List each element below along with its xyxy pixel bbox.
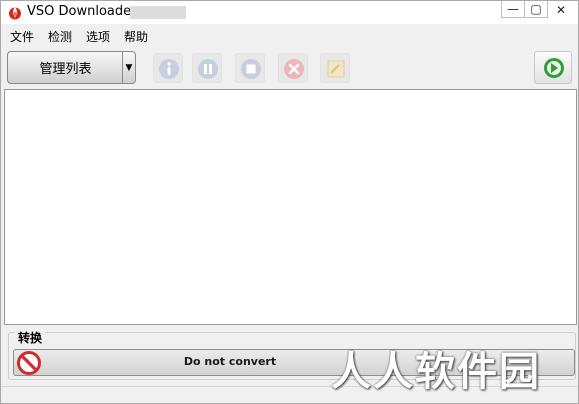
edit-icon	[327, 60, 345, 78]
app-window: VSO Downloader — ▢ ✕ 文件 检测 选项 帮助 管理列表 ▼	[0, 0, 579, 404]
minimize-button[interactable]: —	[501, 1, 525, 18]
menu-options[interactable]: 选项	[86, 28, 110, 45]
menu-bar: 文件 检测 选项 帮助	[1, 26, 578, 46]
start-download-button[interactable]	[534, 51, 572, 84]
info-icon	[159, 59, 179, 79]
menu-file[interactable]: 文件	[10, 28, 34, 45]
pause-icon	[198, 59, 218, 79]
flame-logo-icon	[9, 7, 21, 20]
pause-button[interactable]	[192, 53, 222, 83]
download-list[interactable]	[4, 89, 577, 325]
manage-list-dropdown[interactable]: ▼	[122, 51, 136, 84]
title-bar: VSO Downloader — ▢ ✕	[1, 1, 578, 24]
stop-icon	[241, 59, 261, 79]
watermark-text: 人人软件园	[331, 349, 541, 395]
toolbar: 管理列表 ▼	[1, 47, 578, 89]
info-button[interactable]	[153, 53, 183, 83]
edit-button[interactable]	[320, 53, 350, 83]
cancel-icon	[284, 59, 304, 79]
close-button[interactable]: ✕	[547, 1, 575, 18]
menu-detect[interactable]: 检测	[48, 28, 72, 45]
window-title: VSO Downloader	[27, 4, 137, 19]
go-arrow-icon	[544, 58, 564, 78]
title-redacted	[130, 6, 186, 19]
cancel-button[interactable]	[278, 53, 308, 83]
stop-button[interactable]	[235, 53, 265, 83]
menu-help[interactable]: 帮助	[124, 28, 148, 45]
maximize-button[interactable]: ▢	[524, 1, 548, 18]
convert-group-label: 转换	[15, 329, 46, 346]
manage-list-button[interactable]: 管理列表	[7, 51, 123, 84]
